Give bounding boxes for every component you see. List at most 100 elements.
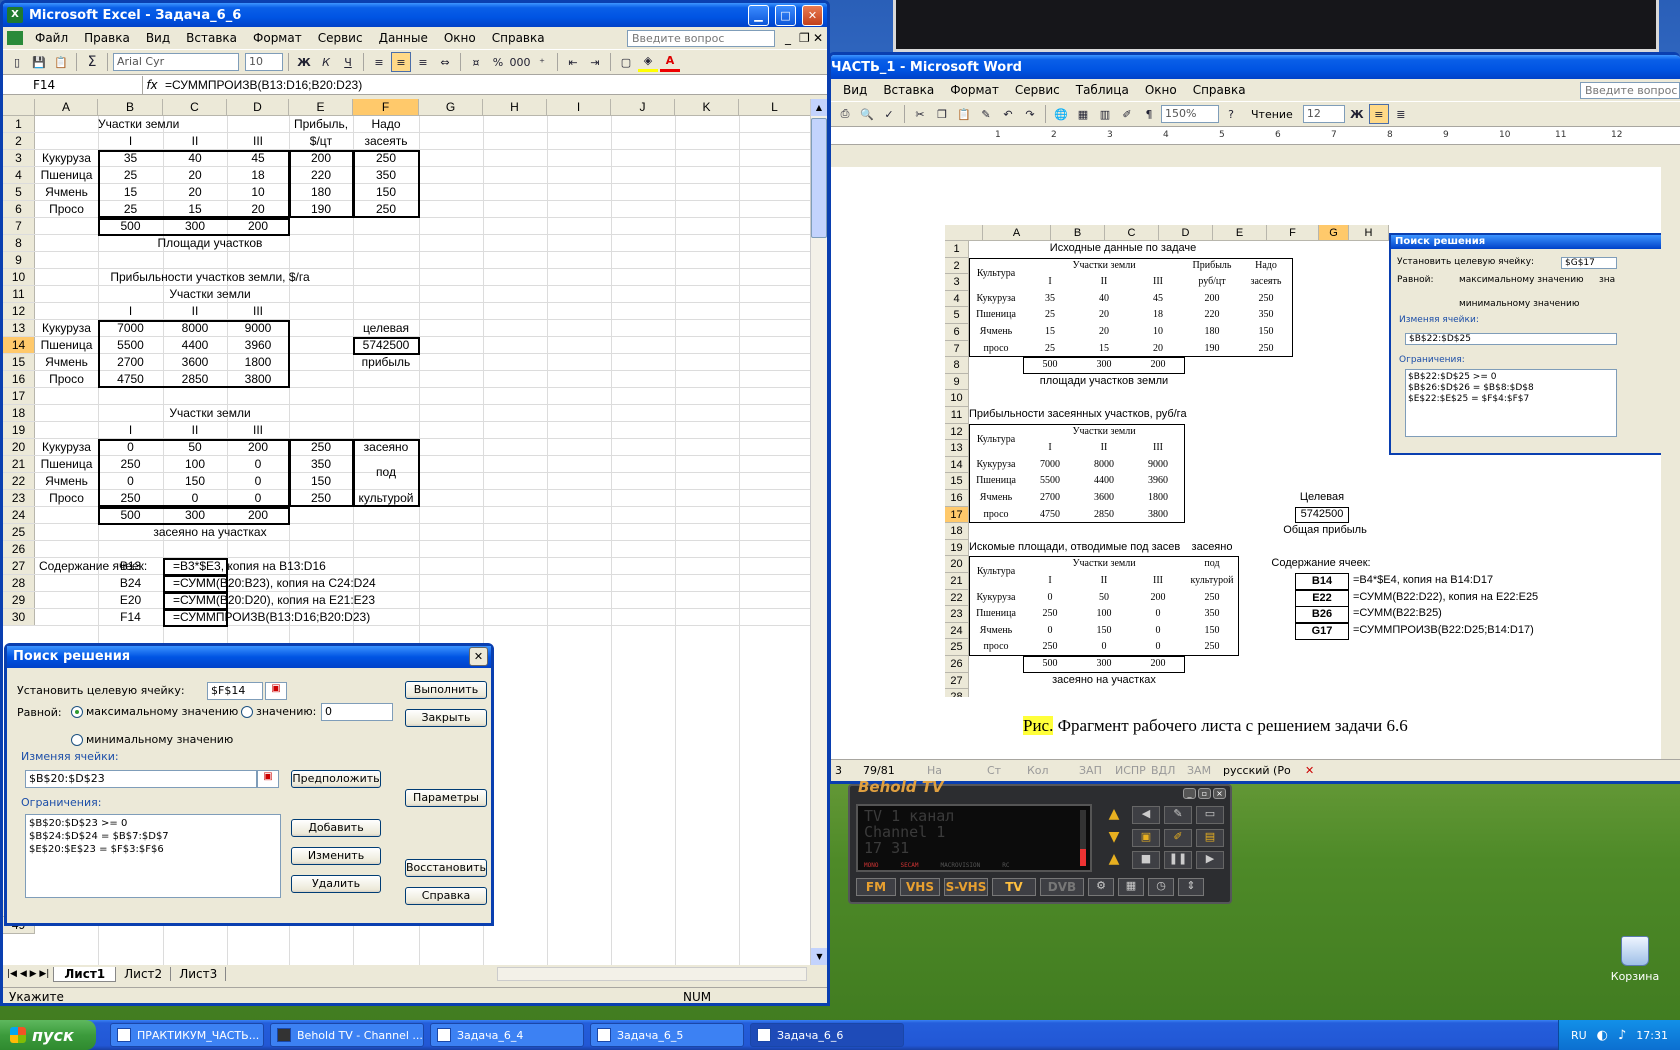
volume-icon[interactable]: ◀ <box>1132 806 1160 824</box>
spelling-icon[interactable]: ✓ <box>879 104 899 124</box>
fill-color-icon[interactable]: ◈ <box>638 52 658 72</box>
cell-e1[interactable]: Прибыль, <box>289 116 353 132</box>
tab-sheet1[interactable]: Лист1 <box>53 966 117 982</box>
row-header[interactable]: 24 <box>3 507 35 524</box>
radio-value-icon[interactable] <box>241 706 253 718</box>
constraint-item[interactable]: $E$20:$E$23 = $F$3:$F$6 <box>29 843 277 856</box>
column-header[interactable]: C <box>163 99 227 116</box>
row-header[interactable]: 26 <box>3 541 35 558</box>
bold-icon[interactable]: Ж <box>294 52 314 72</box>
cell-c19[interactable]: II <box>163 422 227 438</box>
cell-f1[interactable]: Надо <box>353 116 419 132</box>
row-header[interactable]: 12 <box>3 303 35 320</box>
cell-d19[interactable]: III <box>227 422 289 438</box>
font-color-icon[interactable]: A <box>660 52 680 72</box>
add-button[interactable]: Добавить <box>291 819 381 837</box>
screen-icon[interactable]: ▭ <box>1196 806 1224 824</box>
help-tray-icon[interactable]: ◐ <box>1597 1028 1608 1043</box>
folder-icon[interactable]: ▤ <box>1196 828 1224 847</box>
spelling-status-icon[interactable]: ✕ <box>1299 764 1314 777</box>
menu-item[interactable]: Сервис <box>310 31 371 45</box>
excel-ask-input[interactable]: Введите вопрос <box>627 29 775 47</box>
guess-button[interactable]: Предположить <box>291 770 381 788</box>
merge-center-icon[interactable]: ⇔ <box>435 52 455 72</box>
cell-c2[interactable]: II <box>163 133 227 149</box>
justify-icon[interactable]: ≣ <box>1391 104 1411 124</box>
column-header[interactable]: G <box>419 99 483 116</box>
column-header[interactable]: F <box>353 99 419 116</box>
column-header[interactable]: E <box>289 99 353 116</box>
doc-minimize-icon[interactable]: _ <box>785 31 799 45</box>
menu-item[interactable]: Таблица <box>1068 83 1137 97</box>
row-header[interactable]: 25 <box>3 524 35 541</box>
changing-collapse-icon[interactable]: ▣ <box>257 770 279 788</box>
cell-b30[interactable]: F14 <box>98 609 163 625</box>
row-header[interactable]: 9 <box>3 252 35 269</box>
font-name-select[interactable]: Arial Cyr <box>113 53 239 71</box>
row-header[interactable]: 13 <box>3 320 35 337</box>
cell-a3[interactable]: Кукуруза <box>35 150 98 166</box>
radio-min-icon[interactable] <box>71 734 83 746</box>
increase-indent-icon[interactable]: ⇥ <box>585 52 605 72</box>
bold-icon[interactable]: Ж <box>1347 104 1367 124</box>
underline-icon[interactable]: Ч <box>338 52 358 72</box>
play-icon[interactable]: ▶ <box>1196 851 1224 870</box>
tv-mode-dvb-button[interactable]: DVB <box>1040 878 1084 896</box>
row-header[interactable]: 21 <box>3 456 35 473</box>
undo-icon[interactable]: ↶ <box>998 104 1018 124</box>
doc-restore-icon[interactable]: ❐ <box>799 31 813 45</box>
tv-close-icon[interactable]: × <box>1213 788 1226 799</box>
cell-a23[interactable]: Просо <box>35 490 98 506</box>
cell-d12[interactable]: III <box>227 303 289 319</box>
target-cell-input[interactable]: $F$14 <box>207 682 263 700</box>
edit-icon[interactable]: ✐ <box>1164 828 1192 847</box>
align-right-icon[interactable]: ≡ <box>413 52 433 72</box>
row-header[interactable]: 17 <box>3 388 35 405</box>
column-header[interactable]: I <box>547 99 611 116</box>
thousands-icon[interactable]: 000 <box>510 52 531 72</box>
cell-t18[interactable]: Участки земли <box>35 405 385 421</box>
menu-item[interactable]: Вид <box>835 83 875 97</box>
menu-item[interactable]: Формат <box>942 83 1007 97</box>
cell-f13[interactable]: целевая <box>353 320 419 336</box>
corner-header[interactable] <box>3 99 35 116</box>
vol-up-icon[interactable]: ▲ <box>1100 851 1128 870</box>
help-button[interactable]: Справка <box>405 887 487 905</box>
column-header[interactable]: K <box>675 99 739 116</box>
row-header[interactable]: 8 <box>3 235 35 252</box>
taskbar-button[interactable]: Задача_6_5 <box>590 1023 744 1047</box>
cell-d2[interactable]: III <box>227 133 289 149</box>
function-icon[interactable]: fx <box>143 78 161 92</box>
borders-icon[interactable]: ▢ <box>616 52 636 72</box>
cell-b12[interactable]: I <box>98 303 163 319</box>
radio-max-icon[interactable] <box>71 706 83 718</box>
currency-icon[interactable]: ¤ <box>466 52 486 72</box>
snapshot-icon[interactable]: ✎ <box>1164 806 1192 824</box>
language-indicator[interactable]: RU <box>1571 1029 1587 1042</box>
option-value[interactable]: значению: <box>241 705 316 718</box>
word-ask-input[interactable]: Введите вопрос <box>1580 81 1680 99</box>
cell-a6[interactable]: Просо <box>35 201 98 217</box>
excel-hscroll[interactable] <box>497 967 807 981</box>
maximize-icon[interactable]: □ <box>775 4 796 26</box>
row-header[interactable]: 4 <box>3 167 35 184</box>
cell-t11[interactable]: Участки земли <box>35 286 385 302</box>
hyperlink-icon[interactable]: 🌐 <box>1051 104 1071 124</box>
print-icon[interactable]: ⎙ <box>835 104 855 124</box>
reset-button[interactable]: Восстановить <box>405 859 487 877</box>
menu-item[interactable]: Файл <box>27 31 76 45</box>
new-file-icon[interactable]: ▯ <box>7 52 27 72</box>
autosum-icon[interactable]: Σ <box>82 52 102 72</box>
name-box[interactable]: F14 <box>3 75 143 94</box>
font-size-select[interactable]: 10 <box>245 53 283 71</box>
close-icon[interactable]: ✕ <box>802 4 823 26</box>
cell-a5[interactable]: Ячмень <box>35 184 98 200</box>
tv-restore-icon[interactable]: ▫ <box>1198 788 1211 799</box>
read-button[interactable]: Чтение <box>1243 108 1301 121</box>
increase-decimal-icon[interactable]: ⁺ <box>532 52 552 72</box>
cell-a20[interactable]: Кукуруза <box>35 439 98 455</box>
start-button[interactable]: пуск <box>0 1020 96 1050</box>
row-header[interactable]: 3 <box>3 150 35 167</box>
cell-b28[interactable]: B24 <box>98 575 163 591</box>
cell-b1[interactable]: Участки земли <box>98 116 179 132</box>
